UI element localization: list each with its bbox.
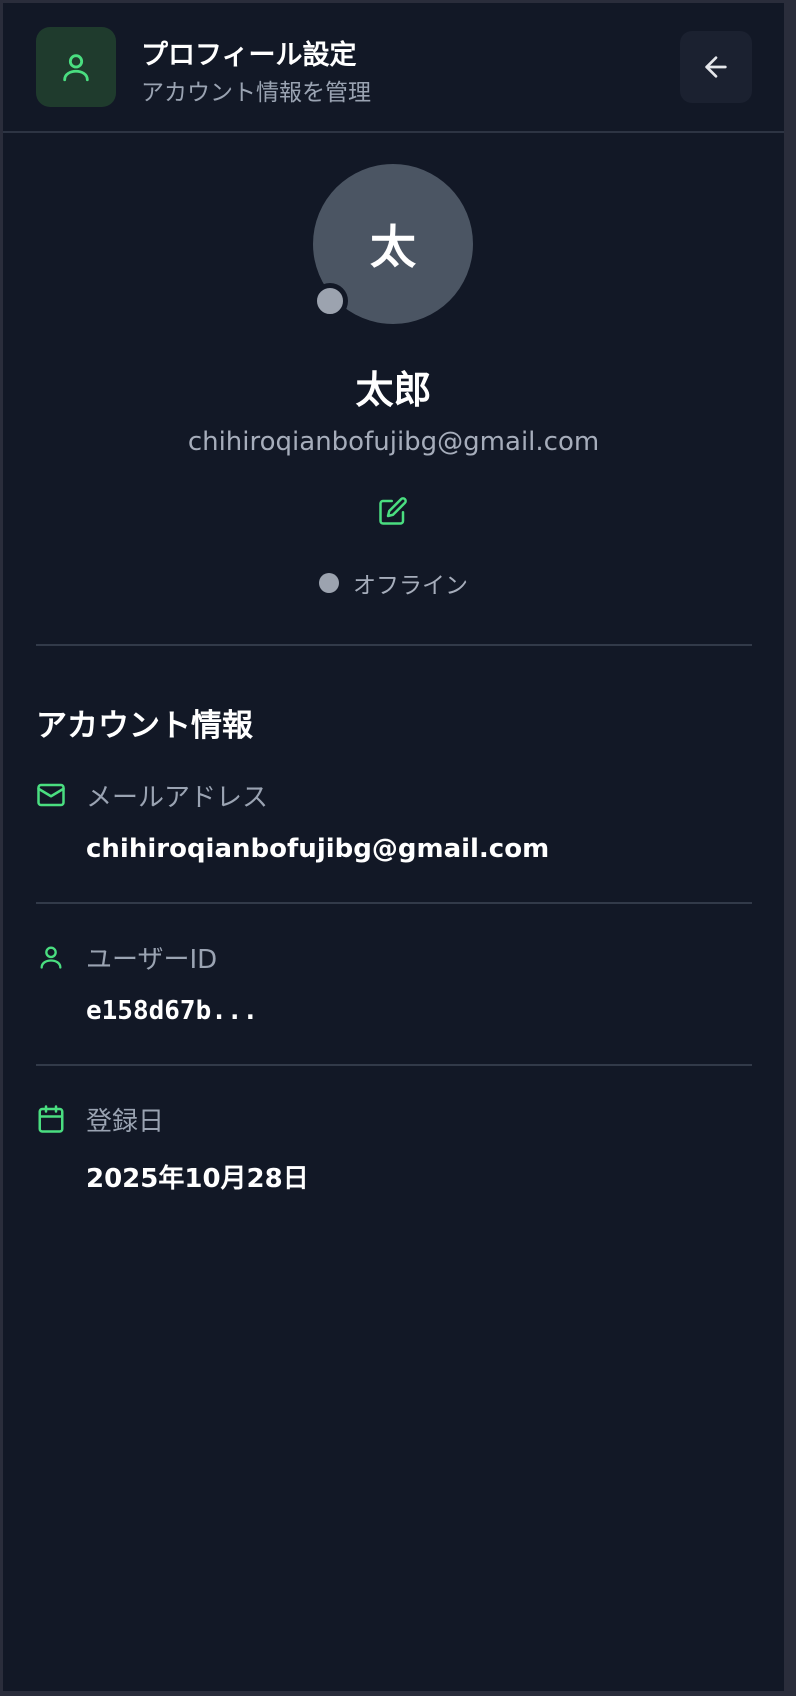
account-section-title: アカウント情報 [36,708,253,744]
header: プロフィール設定 アカウント情報を管理 [3,3,784,133]
divider [36,1064,752,1066]
back-button[interactable] [680,31,752,103]
user-id-value: e158d67b... [86,996,259,1026]
registration-date-label: 登録日 [86,1107,165,1137]
status-text: オフライン [353,573,468,599]
calendar-icon [36,1104,66,1134]
profile-email: chihiroqianbofujibg@gmail.com [187,427,600,457]
edit-profile-button[interactable] [374,492,412,530]
status-badge: オフライン [3,566,784,600]
profile-settings-panel: プロフィール設定 アカウント情報を管理 太 太郎 chihiroqianbofu… [3,3,784,1691]
header-user-icon [36,27,116,107]
page-title: プロフィール設定 [141,40,357,71]
divider [36,644,752,646]
profile-name: 太郎 [355,368,432,412]
offline-status-dot [319,573,339,593]
divider [36,902,752,904]
email-value: chihiroqianbofujibg@gmail.com [86,834,550,864]
page-subtitle: アカウント情報を管理 [141,80,371,106]
mail-icon [36,780,66,810]
email-label: メールアドレス [86,783,269,813]
arrow-left-icon [705,56,727,78]
user-id-label: ユーザーID [86,945,218,975]
user-icon [36,942,66,972]
registration-date-value: 2025年10月28日 [86,1164,309,1194]
edit-icon [379,497,407,525]
avatar-status-indicator [312,283,348,319]
